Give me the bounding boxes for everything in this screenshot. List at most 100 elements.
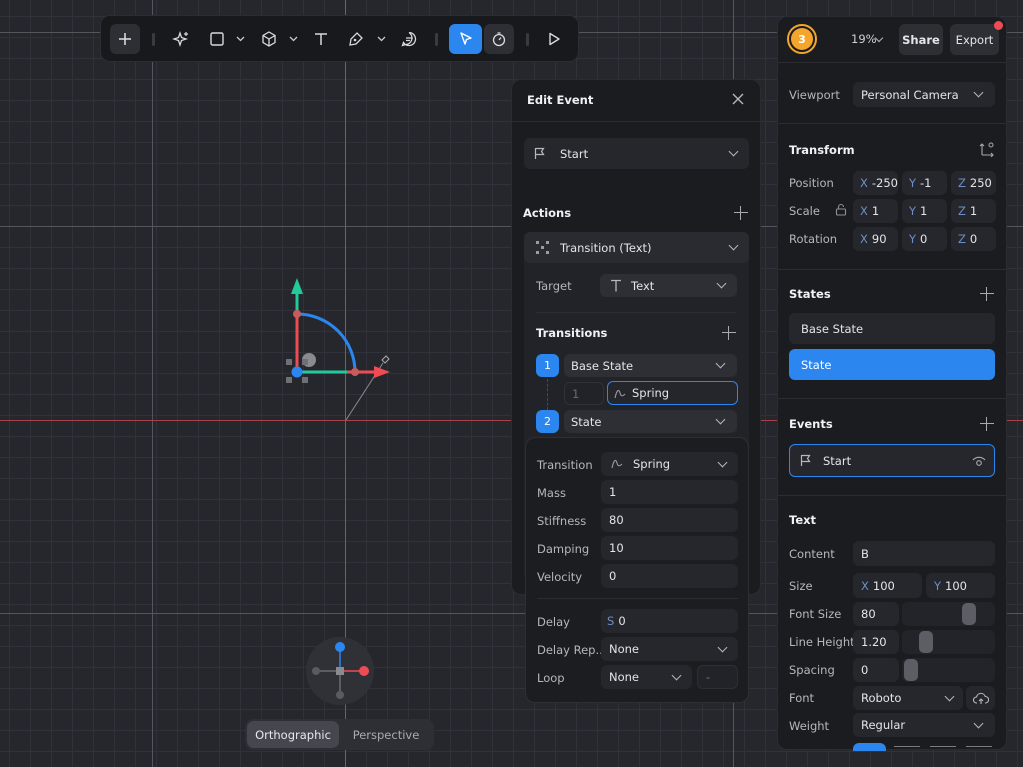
comment-tool-button[interactable] — [396, 24, 422, 54]
step-duration-input[interactable]: 1 — [564, 382, 604, 405]
viewport-value: Personal Camera — [861, 87, 959, 102]
stiffness-input[interactable]: 80 — [601, 508, 738, 532]
size-y-value: 100 — [945, 578, 967, 593]
line-height-input[interactable]: 1.20 — [853, 630, 899, 654]
rotation-z-input[interactable]: Z0 — [951, 227, 996, 251]
step-transition-input[interactable]: Spring — [607, 381, 738, 405]
chevron-down-icon — [728, 146, 739, 157]
chevron-down-icon — [671, 670, 682, 681]
add-transition-icon[interactable] — [722, 326, 736, 340]
popover-divider — [537, 598, 738, 599]
content-input[interactable]: B — [853, 541, 995, 566]
axis-y-letter: Y — [909, 204, 917, 218]
play-button[interactable] — [541, 24, 567, 54]
properties-panel: 3 19% Share Export Viewport Personal Cam… — [777, 16, 1007, 751]
panel-divider — [778, 269, 1006, 270]
add-event-icon[interactable] — [980, 417, 994, 431]
position-y-input[interactable]: Y -1 — [902, 171, 947, 195]
rotation-y-input[interactable]: Y0 — [902, 227, 947, 251]
font-size-slider[interactable] — [902, 602, 995, 626]
position-x-input[interactable]: X -250 — [853, 171, 898, 195]
font-size-input[interactable]: 80 — [853, 602, 899, 626]
slider-knob[interactable] — [919, 631, 933, 653]
step-2-state-select[interactable]: State — [564, 410, 737, 433]
object-dropdown[interactable] — [285, 24, 301, 54]
mass-input[interactable]: 1 — [601, 480, 738, 504]
flag-icon — [800, 454, 811, 466]
zoom-dropdown[interactable]: 19% — [851, 32, 877, 46]
align-left-button[interactable] — [853, 743, 886, 751]
add-action-icon[interactable] — [734, 206, 748, 220]
export-button[interactable]: Export — [950, 24, 999, 55]
chevron-down-icon — [715, 358, 726, 369]
action-item-label: Transition (Text) — [560, 240, 652, 255]
velocity-label: Velocity — [537, 570, 583, 584]
slider-knob[interactable] — [962, 603, 976, 625]
state-item-base[interactable]: Base State — [789, 313, 995, 344]
size-y-input[interactable]: Y 100 — [926, 573, 995, 598]
spring-curve-icon — [611, 459, 623, 469]
pen-dropdown[interactable] — [373, 24, 389, 54]
weight-select[interactable]: Regular — [853, 713, 995, 737]
perspective-label: Perspective — [352, 727, 420, 742]
align-justify-button[interactable] — [966, 746, 992, 751]
rotation-x-input[interactable]: X 90 — [853, 227, 898, 251]
hand-tool-button[interactable] — [484, 24, 514, 54]
state-item-label: Base State — [801, 321, 864, 336]
transition-type-select[interactable]: Spring — [601, 452, 738, 476]
scale-x-input[interactable]: X1 — [853, 199, 898, 223]
rectangle-tool-button[interactable] — [204, 24, 230, 54]
slider-knob[interactable] — [904, 659, 918, 681]
preview-icon[interactable] — [972, 455, 986, 467]
spacing-input[interactable]: 0 — [853, 658, 899, 682]
spacing-slider[interactable] — [902, 658, 995, 682]
step-1-state-select[interactable]: Base State — [564, 354, 737, 377]
velocity-input[interactable]: 0 — [601, 564, 738, 588]
close-icon[interactable] — [732, 93, 744, 105]
orthographic-button[interactable]: Orthographic — [247, 721, 339, 748]
event-item-start[interactable]: Start — [789, 444, 995, 477]
viewport-select[interactable]: Personal Camera — [853, 82, 995, 107]
size-x-input[interactable]: X 100 — [853, 573, 922, 598]
line-height-slider[interactable] — [902, 630, 995, 654]
select-tool-button[interactable] — [449, 24, 482, 54]
damping-input[interactable]: 10 — [601, 536, 738, 560]
ai-tool-button[interactable] — [168, 24, 194, 54]
share-button[interactable]: Share — [899, 24, 943, 55]
target-select[interactable]: Text — [600, 274, 737, 297]
upload-font-button[interactable] — [966, 686, 995, 710]
state-item-state[interactable]: State — [789, 349, 995, 380]
perspective-button[interactable]: Perspective — [340, 721, 432, 748]
loop-select[interactable]: None — [601, 665, 692, 689]
font-value: Roboto — [861, 691, 902, 705]
action-item-select[interactable]: Transition (Text) — [524, 232, 749, 263]
avatar-badge: 3 — [791, 28, 813, 50]
font-select[interactable]: Roboto — [853, 686, 963, 710]
pivot-icon[interactable] — [979, 141, 995, 157]
avatar[interactable]: 3 — [787, 24, 817, 54]
position-z-input[interactable]: Z 250 — [951, 171, 996, 195]
scale-x-value: 1 — [871, 204, 880, 218]
event-trigger-select[interactable]: Start — [524, 138, 749, 169]
object-tool-button[interactable] — [256, 24, 282, 54]
orientation-axes[interactable] — [306, 637, 374, 705]
loop-count-input[interactable]: - — [697, 665, 738, 689]
pen-tool-button[interactable] — [343, 24, 369, 54]
align-center-button[interactable] — [894, 746, 920, 751]
zoom-value: 19% — [851, 32, 877, 46]
align-right-button[interactable] — [930, 746, 956, 751]
edit-event-title: Edit Event — [527, 93, 594, 107]
add-state-icon[interactable] — [980, 287, 994, 301]
text-tool-button[interactable] — [308, 24, 334, 54]
rectangle-dropdown[interactable] — [232, 24, 248, 54]
scale-z-input[interactable]: Z1 — [951, 199, 996, 223]
transform-gizmo[interactable] — [270, 270, 400, 430]
delay-input[interactable]: S 0 — [601, 609, 738, 633]
comment-icon — [401, 31, 417, 47]
delay-repeat-select[interactable]: None — [601, 637, 738, 661]
add-button[interactable] — [110, 24, 140, 54]
scale-y-input[interactable]: Y1 — [902, 199, 947, 223]
unlock-icon[interactable] — [835, 203, 847, 216]
step-number-1: 1 — [536, 354, 559, 377]
panel-divider — [512, 121, 760, 122]
